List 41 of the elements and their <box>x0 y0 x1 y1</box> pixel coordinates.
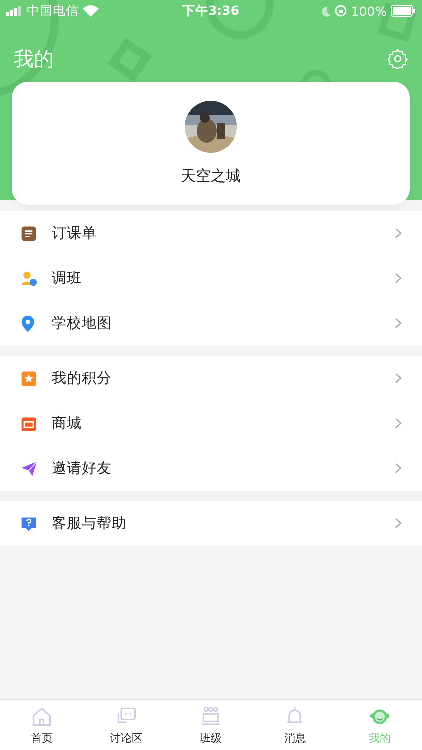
chevron-right-icon <box>395 418 402 429</box>
user-name: 天空之城 <box>181 167 241 186</box>
chevron-right-icon <box>395 463 402 474</box>
chevron-right-icon <box>395 373 402 384</box>
star-badge-icon <box>20 370 38 388</box>
clock-time: 下午3:36 <box>182 2 240 20</box>
menu-item[interactable]: 订课单 <box>0 211 422 256</box>
battery-icon <box>391 5 416 17</box>
signal-icon <box>6 6 23 16</box>
menu-item[interactable]: 客服与帮助 <box>0 501 422 546</box>
wifi-icon <box>83 5 99 17</box>
menu-label: 我的积分 <box>52 370 113 388</box>
tab-button[interactable]: 首页 <box>0 700 84 750</box>
menu-item[interactable]: 我的积分 <box>0 356 422 401</box>
person-icon <box>20 270 38 288</box>
menu-label: 学校地图 <box>52 315 113 333</box>
menu-item[interactable]: 学校地图 <box>0 301 422 346</box>
menu-item[interactable]: 邀请好友 <box>0 446 422 491</box>
list-icon <box>20 224 38 242</box>
paper-plane-icon <box>20 460 38 478</box>
shop-icon <box>20 414 38 432</box>
menu-item[interactable]: 调班 <box>0 256 422 301</box>
help-icon <box>20 514 38 532</box>
tab-button[interactable]: 班级 <box>168 700 254 750</box>
carrier-name: 中国电信 <box>27 2 79 20</box>
menu-label: 客服与帮助 <box>52 514 128 533</box>
lock-rotation-icon <box>335 5 348 17</box>
menu-label: 调班 <box>52 270 83 288</box>
battery-percent: 100% <box>351 4 387 18</box>
menu-label: 订课单 <box>52 225 98 243</box>
chevron-right-icon <box>395 273 402 284</box>
chevron-right-icon <box>395 228 402 239</box>
menu-label: 商城 <box>52 414 83 433</box>
chevron-right-icon <box>395 318 402 329</box>
menu-item[interactable]: 商城 <box>0 401 422 446</box>
tab-button[interactable]: 消息 <box>253 700 338 750</box>
page-title: 我的 <box>14 46 54 72</box>
moon-icon <box>321 6 332 16</box>
tab-button[interactable]: 讨论区 <box>84 700 169 750</box>
chevron-right-icon <box>395 518 402 529</box>
menu-label: 邀请好友 <box>52 460 113 478</box>
